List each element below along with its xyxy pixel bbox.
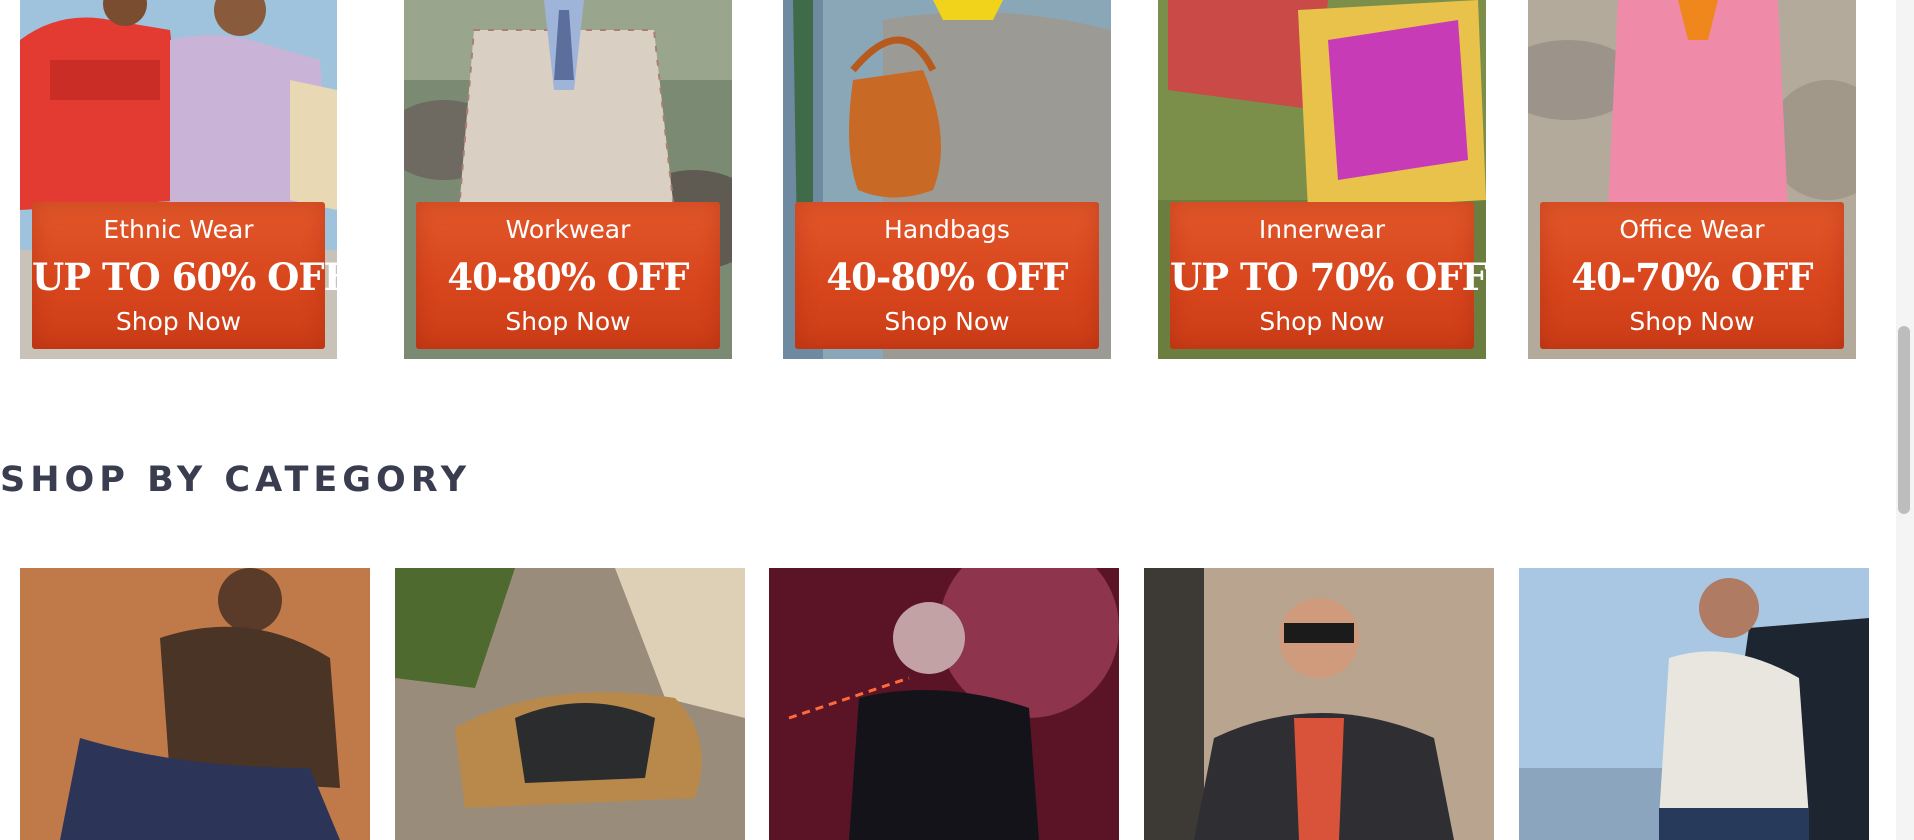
category-row bbox=[0, 568, 1870, 840]
offer-card-innerwear[interactable]: Innerwear UP TO 70% OFF Shop Now bbox=[1158, 0, 1486, 359]
offer-banner: Office Wear 40-70% OFF Shop Now bbox=[1540, 202, 1844, 349]
offer-category-label: Innerwear bbox=[1258, 215, 1386, 244]
category-card-1[interactable] bbox=[20, 568, 370, 840]
category-image-4 bbox=[1144, 568, 1494, 840]
shop-now-link[interactable]: Shop Now bbox=[1170, 307, 1474, 336]
offer-category-label: Ethnic Wear bbox=[103, 215, 254, 244]
offer-card-ethnic-wear[interactable]: Ethnic Wear UP TO 60% OFF Shop Now bbox=[20, 0, 337, 359]
offer-category-label: Office Wear bbox=[1619, 215, 1765, 244]
offer-card-office-wear[interactable]: Office Wear 40-70% OFF Shop Now bbox=[1528, 0, 1856, 359]
shop-now-link[interactable]: Shop Now bbox=[416, 307, 720, 336]
shop-now-link[interactable]: Shop Now bbox=[795, 307, 1099, 336]
offer-banner: Handbags 40-80% OFF Shop Now bbox=[795, 202, 1099, 349]
page-scrollbar[interactable] bbox=[1896, 0, 1914, 840]
section-title: SHOP BY CATEGORY bbox=[0, 460, 472, 500]
category-image-3 bbox=[769, 568, 1119, 840]
offer-card-handbags[interactable]: Handbags 40-80% OFF Shop Now bbox=[783, 0, 1111, 359]
category-image-1 bbox=[20, 568, 370, 840]
category-card-5[interactable] bbox=[1519, 568, 1869, 840]
shop-now-link[interactable]: Shop Now bbox=[1540, 307, 1844, 336]
offer-discount-label: UP TO 70% OFF bbox=[1170, 255, 1486, 299]
category-card-2[interactable] bbox=[395, 568, 745, 840]
offer-discount-label: 40-80% OFF bbox=[447, 255, 689, 299]
offer-category-label: Workwear bbox=[505, 215, 631, 244]
shop-now-link[interactable]: Shop Now bbox=[32, 307, 325, 336]
offer-discount-label: 40-70% OFF bbox=[1571, 255, 1813, 299]
category-image-5 bbox=[1519, 568, 1869, 840]
offer-banner-row: Ethnic Wear UP TO 60% OFF Shop Now Workw… bbox=[0, 0, 1860, 360]
offer-banner: Ethnic Wear UP TO 60% OFF Shop Now bbox=[32, 202, 337, 349]
offer-card-workwear[interactable]: Workwear 40-80% OFF Shop Now bbox=[404, 0, 732, 359]
scrollbar-thumb[interactable] bbox=[1898, 326, 1910, 514]
offer-banner: Workwear 40-80% OFF Shop Now bbox=[416, 202, 720, 349]
category-card-4[interactable] bbox=[1144, 568, 1494, 840]
offer-discount-label: 40-80% OFF bbox=[826, 255, 1068, 299]
category-image-2 bbox=[395, 568, 745, 840]
category-card-3[interactable] bbox=[769, 568, 1119, 840]
offer-banner: Innerwear UP TO 70% OFF Shop Now bbox=[1170, 202, 1486, 349]
offer-discount-label: UP TO 60% OFF bbox=[32, 255, 337, 299]
offer-category-label: Handbags bbox=[884, 215, 1010, 244]
